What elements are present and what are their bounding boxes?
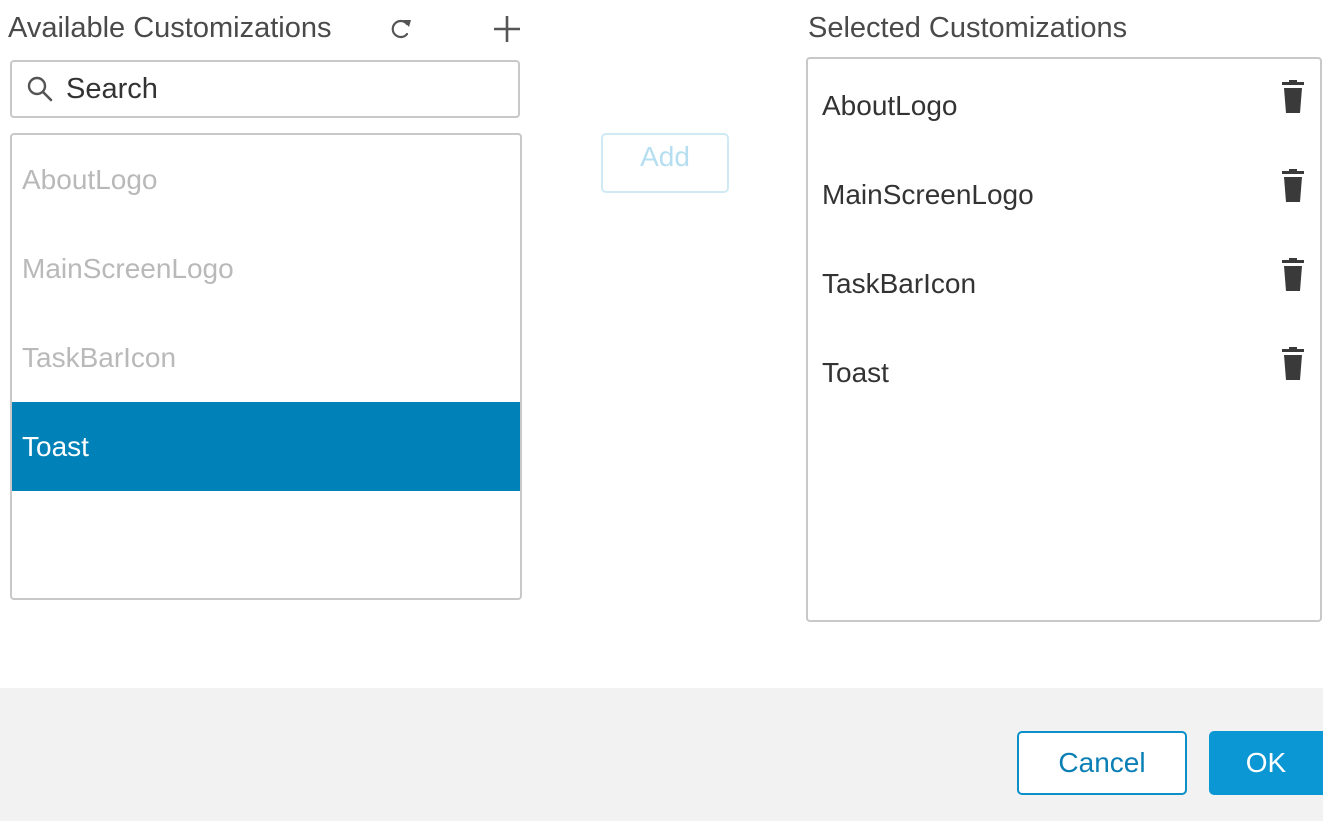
selected-list: AboutLogo MainScreenLogo TaskBarIcon Toa… [806,57,1322,622]
available-list[interactable]: AboutLogo MainScreenLogo TaskBarIcon Toa… [10,133,522,600]
available-item-label: MainScreenLogo [22,252,234,284]
selected-item-aboutlogo: AboutLogo [808,61,1320,150]
search-box[interactable] [10,60,520,118]
search-icon [27,76,53,102]
customizations-dialog: Available Customizations AboutLogo MainS… [0,0,1323,821]
add-button[interactable]: Add [601,133,729,193]
selected-item-label: TaskBarIcon [822,267,977,299]
selected-item-label: Toast [822,356,889,388]
selected-customizations-title: Selected Customizations [808,12,1128,44]
ok-button[interactable]: OK [1209,731,1323,795]
available-item-mainscreenlogo[interactable]: MainScreenLogo [12,224,520,313]
dialog-footer: Cancel OK [0,688,1323,821]
selected-item-label: AboutLogo [822,89,958,121]
available-item-label: Toast [22,430,89,462]
selected-item-label: MainScreenLogo [822,178,1034,210]
available-item-taskbaricon[interactable]: TaskBarIcon [12,313,520,402]
trash-icon[interactable] [1280,346,1306,381]
available-item-toast[interactable]: Toast [12,402,520,491]
trash-icon[interactable] [1280,257,1306,292]
selected-item-toast: Toast [808,328,1320,417]
selected-item-taskbaricon: TaskBarIcon [808,239,1320,328]
available-customizations-title: Available Customizations [8,12,332,44]
selected-item-mainscreenlogo: MainScreenLogo [808,150,1320,239]
search-input[interactable] [66,72,506,106]
refresh-icon[interactable] [386,12,414,44]
cancel-button[interactable]: Cancel [1017,731,1187,795]
available-item-label: TaskBarIcon [22,341,177,373]
available-item-aboutlogo[interactable]: AboutLogo [12,135,520,224]
trash-icon[interactable] [1280,79,1306,114]
trash-icon[interactable] [1280,168,1306,203]
available-item-label: AboutLogo [22,163,158,195]
plus-icon[interactable] [490,12,524,46]
